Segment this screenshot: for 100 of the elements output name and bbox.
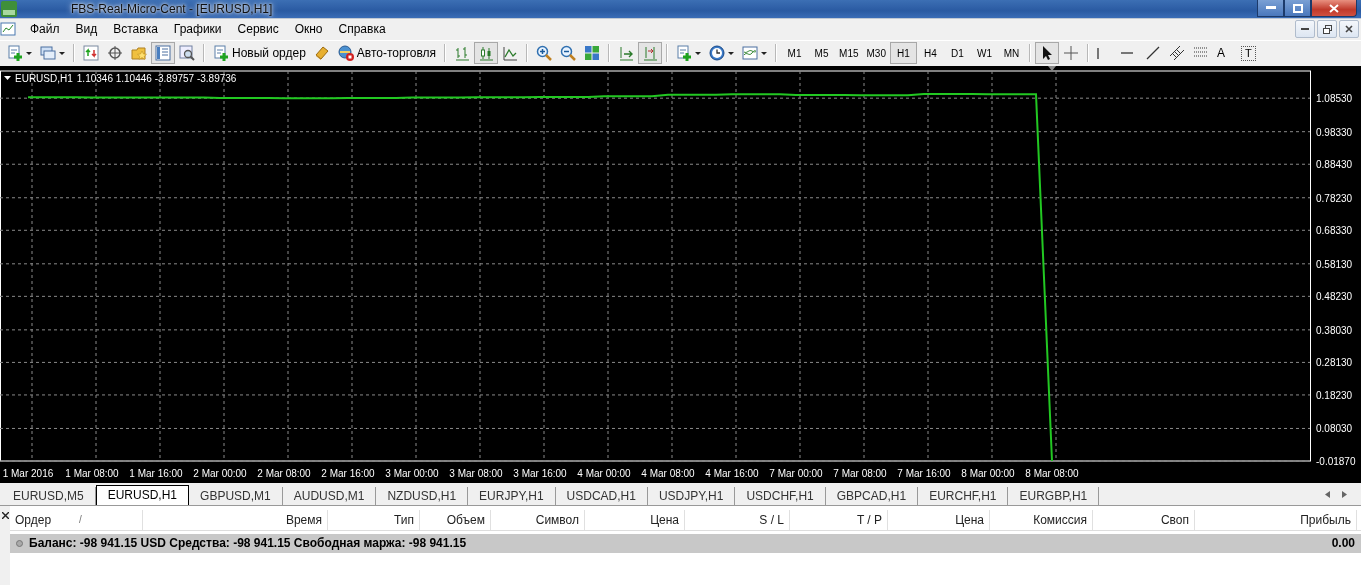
chart-tab[interactable]: EURUSD,M5 [2,486,96,505]
timeframe-button[interactable]: D1 [943,42,971,65]
timeframe-button[interactable]: M1 [781,42,809,65]
timeframe-button[interactable]: M5 [808,42,836,65]
axis-label: 1 Mar 16:00 [129,467,183,479]
windows-icon [40,45,56,62]
column-header[interactable]: Ордер [15,512,52,527]
chart-tab[interactable]: EURCHF,H1 [918,486,1009,505]
document-plus-icon [676,45,693,62]
scroll-right-icon[interactable] [1342,491,1347,499]
text-label-tool-button[interactable]: T [1236,42,1261,65]
column-header[interactable]: S / L [759,512,784,527]
column-header[interactable]: Своп [1160,512,1189,527]
chart-tab[interactable]: EURUSD,H1 [95,484,190,505]
sort-indicator: / [79,514,82,526]
column-header[interactable]: Тип [394,512,414,527]
horizontal-line-icon [1120,52,1133,55]
tiles-icon [584,45,601,62]
menu-item[interactable]: Вид [69,22,108,37]
menu-item[interactable]: Окно [288,22,333,37]
chart-tab[interactable]: NZDUSD,H1 [376,486,469,505]
chart-quotes: 1.10346 1.10446 -3.89757 -3.89736 [76,72,237,84]
column-header[interactable]: Объем [446,512,485,527]
maximize-icon [1292,3,1303,13]
timeframe-button[interactable]: MN [997,42,1025,65]
close-icon[interactable] [1,511,9,519]
column-header[interactable]: Цена [955,512,984,527]
crosshair-circle-icon [107,45,123,62]
restore-icon [1322,24,1332,34]
chart-tab[interactable]: USDCAD,H1 [555,486,648,505]
scroll-arrow-icon [618,45,635,62]
axis-label: 0.38030 [1316,324,1353,336]
chart-window-icon [0,21,16,38]
timeframe-button[interactable]: W1 [970,42,998,65]
close-button[interactable] [1339,20,1359,39]
chart-tab[interactable]: AUDUSD,M1 [282,486,377,505]
document-plus-icon [213,45,229,62]
close-icon [1329,3,1339,13]
axis-label: 0.08030 [1316,423,1353,435]
column-header[interactable]: Цена [650,512,679,527]
timeframe-button[interactable]: M15 [835,42,863,65]
axis-label: 7 Mar 16:00 [897,467,951,479]
axis-label: 4 Mar 16:00 [705,467,759,479]
chart-tab[interactable]: EURGBP,H1 [1008,486,1100,505]
column-header[interactable]: Комиссия [1033,512,1087,527]
profit-value: 0.00 [1331,536,1355,551]
line-chart-icon [502,45,519,62]
axis-label: 0.98330 [1316,126,1353,138]
minimize-button[interactable] [1257,0,1284,17]
axis-label: 0.78230 [1316,192,1353,204]
menu-item[interactable]: Графики [167,22,232,37]
dropdown-icon [4,76,11,81]
new-order-button[interactable]: Новый ордер [209,42,310,65]
balance-row[interactable]: Баланс: -98 941.15 USD Средства: -98 941.15 Свободная маржа: -98 941.15 0.00 [10,533,1361,553]
zoom-out-icon [560,45,577,62]
axis-label: 3 Mar 16:00 [513,467,567,479]
axis-label: 4 Mar 00:00 [577,467,631,479]
auto-trading-button[interactable]: Авто-торговля [333,42,441,65]
menu-item[interactable]: Вставка [107,22,168,37]
column-header[interactable]: Символ [535,512,579,527]
column-header[interactable]: T / P [856,512,882,527]
app-icon [1,0,17,17]
menu-item[interactable]: Файл [24,22,70,37]
timeframe-button[interactable]: H4 [916,42,944,65]
minimize-button[interactable] [1295,20,1315,39]
shift-arrow-icon [642,45,659,62]
axis-label: 1 Mar 08:00 [65,467,119,479]
timeframe-button[interactable]: M30 [862,42,890,65]
column-header[interactable]: Прибыль [1300,512,1351,527]
maximize-button[interactable] [1284,0,1311,17]
crosshair-icon [1062,45,1079,62]
text-tool-button[interactable]: A [1212,42,1237,65]
scroll-left-icon[interactable] [1325,491,1330,499]
axis-label: 3 Mar 08:00 [449,467,503,479]
axis-label: 2 Mar 08:00 [257,467,311,479]
candlestick-chart-button[interactable] [474,42,499,65]
chart-tab[interactable]: USDJPY,H1 [647,486,736,505]
column-header[interactable]: Время [285,512,322,527]
chart-tab[interactable]: EURJPY,H1 [468,486,556,505]
chart-shift-button[interactable] [638,42,663,65]
cursor-button[interactable] [1034,42,1059,65]
chart-tab[interactable]: GBPUSD,M1 [189,486,283,505]
template-icon [742,45,759,62]
menu-item[interactable]: Сервис [231,22,289,37]
hatched-lines-icon [1168,45,1185,62]
chart-tab[interactable]: GBPCAD,H1 [825,486,919,505]
chart-plus-icon [7,45,23,62]
timeframe-button[interactable]: H1 [889,42,917,65]
restore-button[interactable] [1317,20,1337,39]
menu-item[interactable]: Справка [332,22,396,37]
axis-label: 0.28130 [1316,357,1353,369]
axis-label: 1.08530 [1316,92,1353,104]
list-window-icon [155,45,171,62]
chart-tab[interactable]: USDCHF,H1 [735,486,826,505]
terminal-button[interactable] [151,42,175,65]
minimize-icon [1265,6,1276,10]
close-button[interactable] [1311,0,1357,17]
window-title: FBS-Real-Micro-Cent - [EURUSD,H1] [70,1,274,16]
minimize-icon [1301,27,1309,31]
text-label-icon: T [1240,45,1256,61]
